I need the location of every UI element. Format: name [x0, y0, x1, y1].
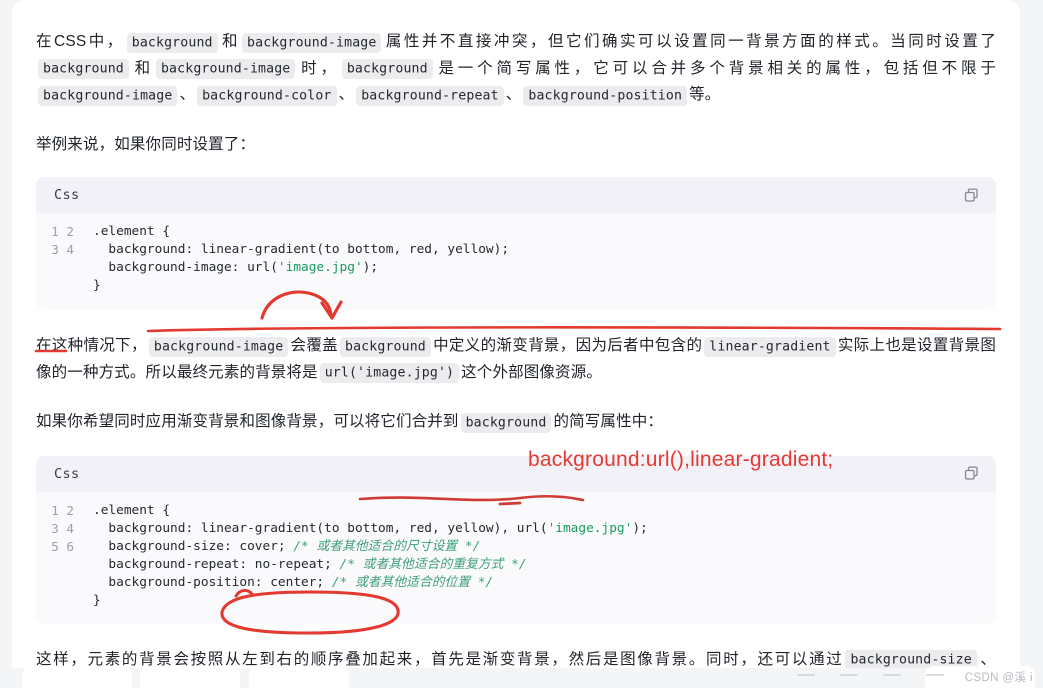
page-root: 在CSS中， background 和 background-image 属性并不直接冲…: [0, 0, 1043, 688]
code-block-1: Css 1 2 3 4 .element { background: linea…: [36, 177, 996, 309]
watermark-dash: [926, 674, 944, 676]
text-run: 、: [338, 86, 355, 103]
line-number: 4: [66, 520, 74, 536]
inline-code-background-position: background-position: [523, 85, 688, 106]
paragraph-shorthand-intro: 如果你希望同时应用渐变背景和图像背景，可以将它们合并到 background 的简写…: [36, 409, 996, 436]
inline-code-background: background: [460, 412, 552, 433]
text-run: 属性并不直接冲突，但它们确实可以设置同一背景方面的样式。当同时设置了: [383, 33, 996, 50]
code-line: background-repeat: no-repeat; /* 或者其他适合的…: [93, 556, 527, 572]
bottom-partial-card[interactable]: [140, 666, 240, 688]
line-number: 5: [51, 538, 59, 554]
code-line: background-position: center; /* 或者其他适合的位…: [93, 574, 494, 590]
code-line: background-size: cover; /* 或者其他适合的尺寸设置 *…: [93, 538, 481, 554]
code-block-2: Css 1 2 3 4 5 6 .element { background: l…: [36, 455, 996, 624]
watermark-dash: [840, 674, 858, 676]
text-run: 的简写属性中：: [553, 413, 664, 430]
code-block-1-gutter: 1 2 3 4: [36, 223, 74, 295]
text-run: 中定义的渐变背景，因为后者中包含的: [432, 337, 703, 354]
text-run: 会覆盖: [290, 337, 338, 354]
line-number: 2: [66, 224, 74, 239]
code-block-1-language-label: Css: [54, 187, 80, 203]
line-number: 1: [51, 224, 59, 239]
text-run: 在CSS中，: [36, 33, 125, 50]
inline-code-background-image: background-image: [155, 59, 296, 79]
copy-icon[interactable]: [963, 465, 980, 482]
text-run: 在这种情况下，: [36, 337, 147, 354]
inline-code-linear-gradient: linear-gradient: [704, 336, 836, 357]
inline-code-background: background: [340, 336, 431, 357]
inline-code-background-image: background-image: [242, 32, 382, 53]
copy-icon[interactable]: [963, 187, 980, 204]
text-run: 、: [179, 86, 196, 103]
paragraph-stacking-order: 这样，元素的背景会按照从左到右的顺序叠加起来，首先是渐变背景，然后是图像背景。同…: [36, 647, 996, 668]
code-block-2-gutter: 1 2 3 4 5 6: [36, 502, 74, 610]
paragraph-example-lead-in: 举例来说，如果你同时设置了：: [36, 135, 256, 153]
code-block-2-body: 1 2 3 4 5 6 .element { background: linea…: [36, 491, 996, 624]
text-run: 和: [130, 59, 154, 77]
csdn-watermark: CSDN @溪 i: [964, 672, 1033, 684]
text-run: 等。: [689, 86, 721, 103]
paragraph-intro: 在CSS中， background 和 background-image 属性并不直接冲…: [36, 29, 996, 109]
inline-code-background-image: background-image: [148, 336, 289, 357]
text-run: 、: [505, 86, 522, 103]
line-number: 4: [66, 242, 74, 257]
text-run: 这个外部图像资源。: [461, 363, 602, 381]
code-line: background-image: url('image.jpg');: [93, 260, 379, 275]
line-number: 6: [66, 538, 74, 554]
line-number: 3: [51, 242, 59, 257]
line-number: 1: [51, 502, 59, 518]
inline-code-background: background: [38, 59, 129, 79]
paragraph-override-explanation: 在这种情况下， background-image 会覆盖 background 中定义的…: [36, 333, 996, 386]
inline-code-background: background: [341, 59, 433, 79]
text-run: 、: [978, 650, 996, 668]
inline-code-background: background: [126, 32, 218, 53]
line-number: 2: [66, 502, 74, 518]
inline-code-background-repeat: background-repeat: [356, 85, 504, 106]
code-line: }: [93, 278, 101, 293]
inline-code-background-color: background-color: [197, 85, 337, 106]
text-run: 如果你希望同时应用渐变背景和图像背景，可以将它们合并到: [36, 413, 459, 430]
watermark-dash: [883, 674, 901, 676]
code-block-1-header: Css: [36, 177, 996, 213]
line-number: 3: [51, 520, 59, 536]
inline-code-background-image: background-image: [38, 85, 178, 106]
bottom-partial-card[interactable]: [249, 666, 349, 688]
code-line: .element {: [93, 502, 171, 518]
code-block-2-code[interactable]: .element { background: linear-gradient(t…: [74, 502, 996, 610]
code-block-1-code[interactable]: .element { background: linear-gradient(t…: [74, 223, 996, 295]
article-card: 在CSS中， background 和 background-image 属性并不直接冲…: [12, 0, 1020, 668]
code-line: background: linear-gradient(to bottom, r…: [93, 520, 648, 536]
code-block-2-language-label: Css: [54, 465, 80, 482]
red-annotation-text: background:url(),linear-gradient;: [528, 448, 834, 471]
text-run: 这样，元素的背景会按照从左到右的顺序叠加起来，首先是渐变背景，然后是图像背景。同…: [36, 650, 844, 668]
code-line: background: linear-gradient(to bottom, r…: [93, 242, 510, 257]
code-block-2-header: Css: [36, 455, 996, 492]
bottom-partial-card[interactable]: [22, 666, 132, 688]
code-block-1-body: 1 2 3 4 .element { background: linear-gr…: [36, 213, 996, 309]
text-run: 和: [219, 33, 241, 50]
inline-code-url-image: url('image.jpg'): [319, 363, 460, 383]
code-line: .element {: [93, 224, 171, 239]
code-line: }: [93, 592, 101, 608]
text-run: 是一个简写属性，它可以合并多个背景相关的属性，包括但不限于: [434, 59, 996, 77]
watermark-dash: [797, 674, 815, 676]
text-run: 时，: [297, 59, 340, 77]
